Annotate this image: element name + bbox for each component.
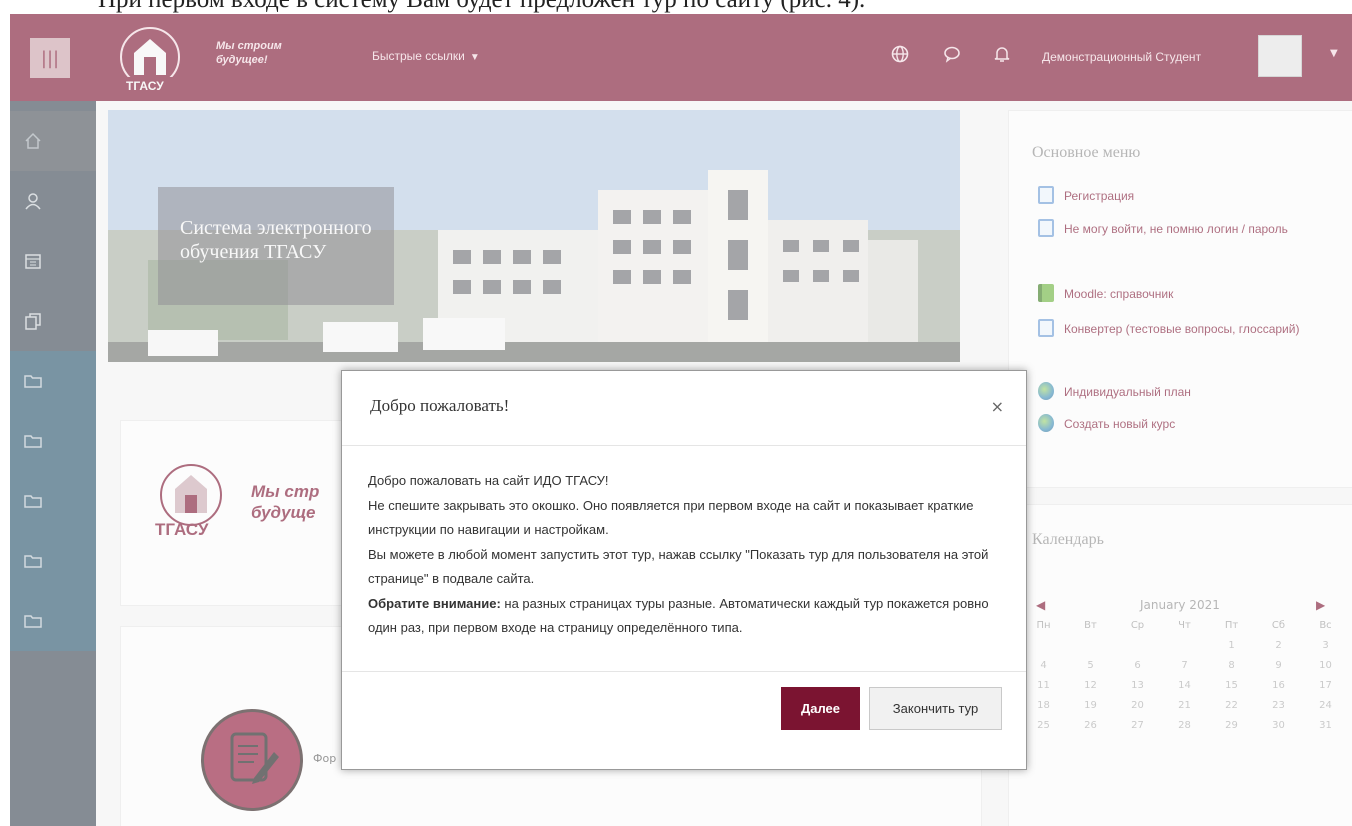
modal-title: Добро пожаловать!	[370, 396, 510, 415]
modal-text-line-2: Не спешите закрывать это окошко. Оно поя…	[368, 497, 974, 538]
modal-body: Добро пожаловать на сайт ИДО ТГАСУ! Не с…	[368, 469, 1008, 641]
modal-text-line-3: Вы можете в любой момент запустить этот …	[368, 546, 989, 587]
modal-header-divider	[342, 445, 1026, 446]
next-button[interactable]: Далее	[781, 687, 860, 730]
modal-footer-divider	[342, 671, 1026, 672]
document-caption: При первом входе в систему Вам будет пре…	[98, 0, 865, 14]
close-icon[interactable]: ×	[991, 397, 1004, 416]
modal-text-line-1: Добро пожаловать на сайт ИДО ТГАСУ!	[368, 473, 609, 488]
modal-note-label: Обратите внимание:	[368, 595, 501, 611]
welcome-modal: Добро пожаловать! × Добро пожаловать на …	[341, 370, 1027, 770]
modal-note: Обратите внимание: на разных страницах т…	[368, 592, 1008, 641]
end-tour-button[interactable]: Закончить тур	[869, 687, 1002, 730]
